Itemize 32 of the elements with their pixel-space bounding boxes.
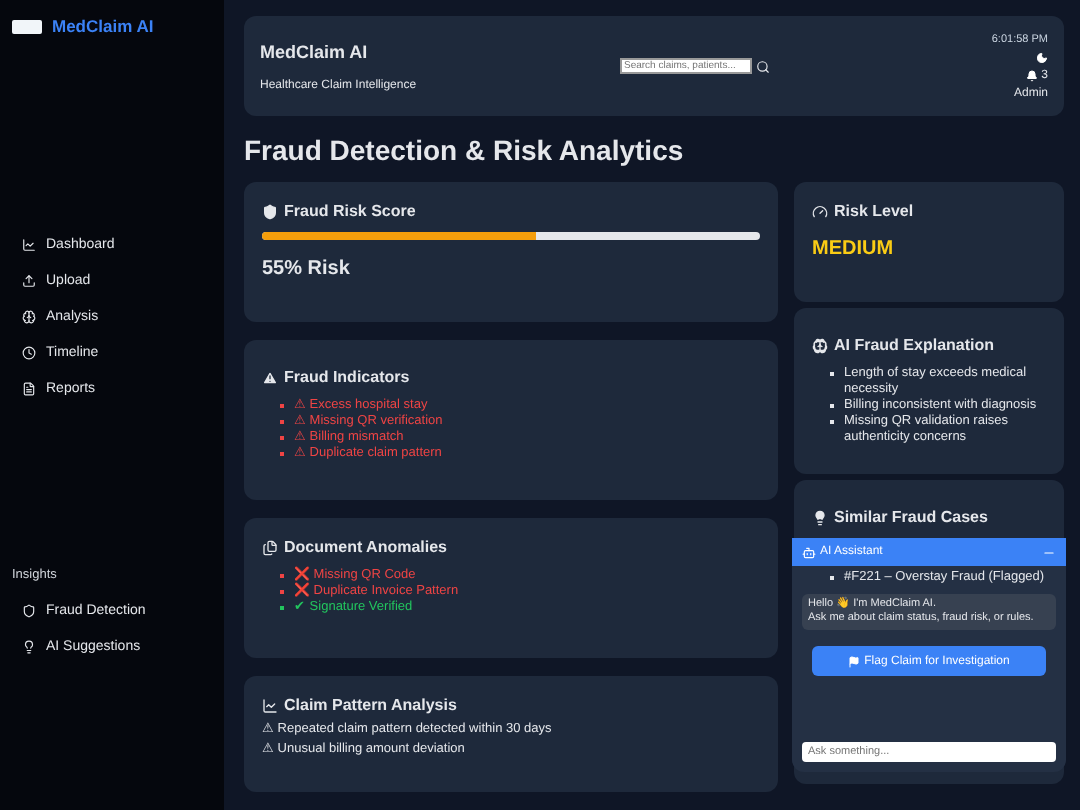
card-title: Fraud Risk Score <box>284 202 416 220</box>
nav-icon <box>22 382 36 396</box>
gauge-icon <box>812 203 828 219</box>
card-title: Risk Level <box>834 202 914 220</box>
nav-icon <box>22 274 36 288</box>
card-title: Claim Pattern Analysis <box>284 696 457 714</box>
card-title: Document Anomalies <box>284 538 447 556</box>
nav-icon <box>22 238 36 252</box>
risk-level-value: MEDIUM <box>812 238 896 260</box>
app-title: MedClaim AI <box>260 41 370 61</box>
flag-icon <box>848 655 861 667</box>
nav-icon <box>22 310 36 324</box>
warning-icon <box>262 369 278 385</box>
lightbulb-icon <box>812 509 828 525</box>
nav-icon <box>22 604 36 618</box>
logo-image <box>12 19 42 33</box>
nav-icon <box>22 640 36 654</box>
moon-icon[interactable] <box>1036 51 1048 63</box>
nav-icon <box>22 346 36 360</box>
card-title: Similar Fraud Cases <box>834 508 988 526</box>
search-icon[interactable] <box>756 59 770 73</box>
card-title: AI Fraud Explanation <box>834 336 995 354</box>
page-title: Fraud Detection & Risk Analytics <box>244 134 686 166</box>
bell-icon[interactable] <box>1025 69 1038 81</box>
line-chart-icon <box>262 697 278 713</box>
brain-icon <box>812 337 828 353</box>
documents-icon <box>262 539 278 555</box>
card-title: Fraud Indicators <box>284 368 410 386</box>
risk-reading: 55% Risk <box>262 258 352 280</box>
brand-name: MedClaim AI <box>52 16 154 36</box>
robot-icon <box>802 545 816 559</box>
shield-icon <box>262 203 278 219</box>
